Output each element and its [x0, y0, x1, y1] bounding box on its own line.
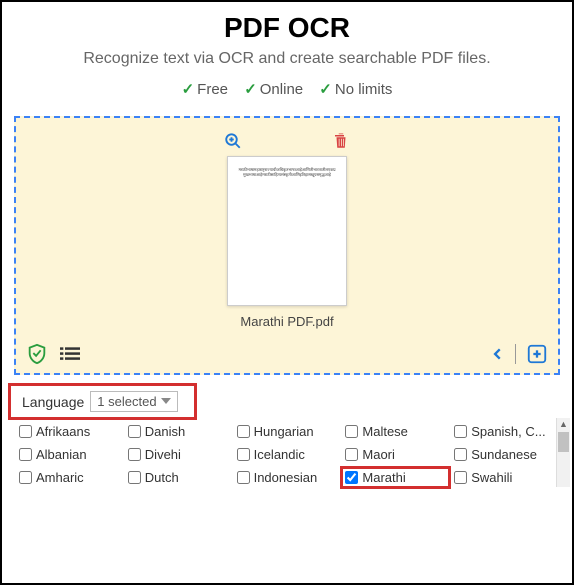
language-checkbox[interactable] [454, 448, 467, 461]
feature-online: Online [260, 81, 303, 98]
language-checkbox[interactable] [237, 448, 250, 461]
language-option[interactable]: Maori [342, 445, 449, 464]
language-name: Icelandic [254, 447, 305, 462]
language-checkbox[interactable] [128, 448, 141, 461]
language-name: Divehi [145, 447, 181, 462]
language-checkbox[interactable] [237, 471, 250, 484]
language-label: Language [22, 394, 84, 410]
separator [515, 344, 516, 364]
chevron-down-icon [161, 398, 171, 406]
language-checkbox[interactable] [128, 471, 141, 484]
language-name: Hungarian [254, 424, 314, 439]
language-checkbox[interactable] [345, 448, 358, 461]
feature-list: ✓Free ✓Online ✓No limits [22, 80, 552, 98]
language-option[interactable]: Danish [125, 422, 232, 441]
language-name: Dutch [145, 470, 179, 485]
language-option[interactable]: Maltese [342, 422, 449, 441]
language-checkbox[interactable] [19, 471, 32, 484]
page-title: PDF OCR [22, 12, 552, 44]
shield-icon[interactable] [26, 343, 48, 365]
scroll-up-icon[interactable]: ▲ [557, 419, 570, 429]
language-name: Sundanese [471, 447, 537, 462]
page-subtitle: Recognize text via OCR and create search… [22, 50, 552, 68]
language-name: Marathi [362, 470, 405, 485]
language-name: Maori [362, 447, 395, 462]
language-option[interactable]: Amharic [16, 468, 123, 487]
language-checkbox[interactable] [19, 425, 32, 438]
language-name: Afrikaans [36, 424, 90, 439]
language-option[interactable]: Icelandic [234, 445, 341, 464]
file-thumbnail[interactable]: मराठीभाषामहाराष्ट्रराज्याचीअधिकृतभाषाआहे… [227, 156, 347, 306]
language-name: Maltese [362, 424, 408, 439]
scroll-thumb[interactable] [558, 432, 569, 452]
add-file-icon[interactable] [526, 343, 548, 365]
language-option[interactable]: Afrikaans [16, 422, 123, 441]
check-icon: ✓ [319, 81, 332, 98]
language-checkbox[interactable] [345, 425, 358, 438]
language-name: Amharic [36, 470, 84, 485]
language-checkbox[interactable] [128, 425, 141, 438]
language-dropdown[interactable]: 1 selected [90, 391, 177, 412]
file-name-label: Marathi PDF.pdf [240, 314, 333, 329]
zoom-in-icon[interactable] [224, 132, 242, 150]
language-option[interactable]: Swahili [451, 468, 558, 487]
language-checkbox[interactable] [237, 425, 250, 438]
list-view-icon[interactable] [60, 345, 80, 363]
language-selected-text: 1 selected [97, 394, 156, 409]
language-option[interactable]: Indonesian [234, 468, 341, 487]
check-icon: ✓ [182, 81, 195, 98]
feature-free: Free [197, 81, 228, 98]
language-name: Albanian [36, 447, 87, 462]
language-option[interactable]: Spanish, C... [451, 422, 558, 441]
delete-icon[interactable] [332, 132, 350, 150]
file-drop-zone[interactable]: मराठीभाषामहाराष्ट्रराज्याचीअधिकृतभाषाआहे… [14, 116, 560, 375]
language-selector-bar: Language 1 selected [10, 385, 195, 418]
language-grid: Afrikaans Danish Hungarian Maltese Spanish, … [16, 422, 558, 487]
feature-nolimits: No limits [335, 81, 393, 98]
language-name: Spanish, C... [471, 424, 545, 439]
language-option[interactable]: Dutch [125, 468, 232, 487]
language-option[interactable]: Hungarian [234, 422, 341, 441]
language-option[interactable]: Divehi [125, 445, 232, 464]
language-checkbox[interactable] [19, 448, 32, 461]
language-checkbox[interactable] [454, 471, 467, 484]
language-checkbox[interactable] [345, 471, 358, 484]
language-option[interactable]: Albanian [16, 445, 123, 464]
scrollbar[interactable]: ▲ [556, 418, 570, 487]
language-name: Swahili [471, 470, 512, 485]
language-name: Danish [145, 424, 185, 439]
check-icon: ✓ [244, 81, 257, 98]
language-checkbox[interactable] [454, 425, 467, 438]
language-option[interactable]: Sundanese [451, 445, 558, 464]
language-name: Indonesian [254, 470, 318, 485]
chevron-left-icon[interactable] [491, 346, 505, 362]
language-option[interactable]: Marathi [342, 468, 449, 487]
